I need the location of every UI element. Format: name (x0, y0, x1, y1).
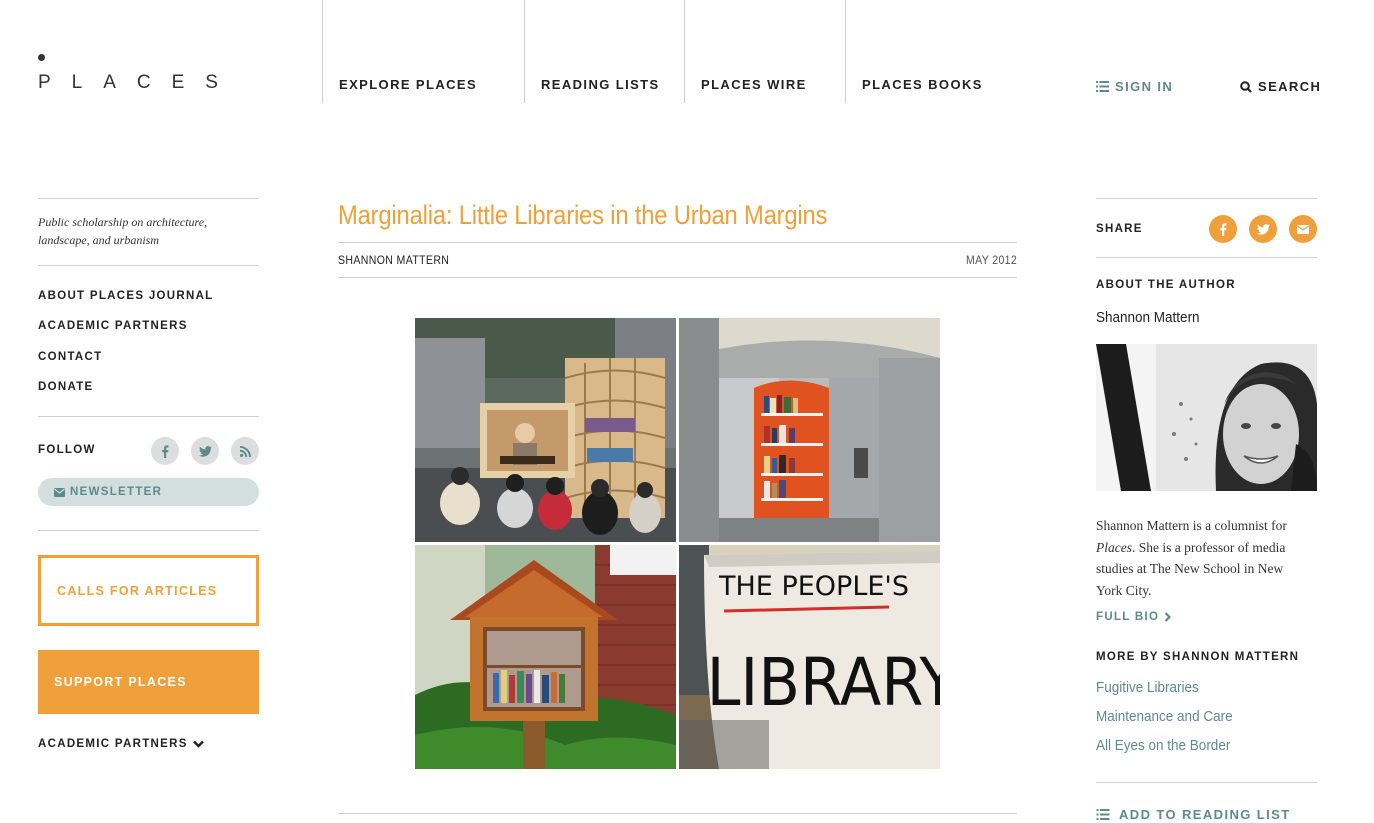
list-icon (1096, 81, 1109, 92)
divider (38, 416, 259, 417)
divider (338, 277, 1017, 278)
academic-partners-dropdown[interactable]: ACADEMIC PARTNERS (38, 738, 204, 750)
nav-label: READING LISTS (541, 77, 660, 92)
bio-publication: Places (1096, 539, 1132, 555)
nav-label: EXPLORE PLACES (339, 77, 478, 92)
more-by-link[interactable]: Fugitive Libraries (1096, 679, 1199, 696)
divider (38, 530, 259, 531)
sign-in-label: SIGN IN (1115, 79, 1174, 94)
calls-for-articles-button[interactable]: CALLS FOR ARTICLES (38, 555, 259, 626)
twitter-follow-button[interactable] (191, 437, 219, 465)
places-logo[interactable]: PLACES (38, 52, 218, 93)
share-email-button[interactable] (1289, 215, 1317, 243)
divider (1096, 257, 1317, 258)
outdoor-library-screening-photo (415, 318, 676, 542)
more-by-link[interactable]: All Eyes on the Border (1096, 737, 1230, 754)
full-bio-label: FULL BIO (1096, 611, 1160, 623)
follow-label: FOLLOW (38, 444, 96, 456)
article-author[interactable]: SHANNON MATTERN (338, 253, 449, 267)
more-by-link[interactable]: Maintenance and Care (1096, 708, 1233, 725)
calls-for-articles-label: CALLS FOR ARTICLES (57, 583, 218, 598)
facebook-icon (1220, 222, 1227, 236)
little-free-library-box-photo (415, 545, 676, 769)
phone-booth-library-photo (679, 318, 940, 542)
facebook-icon (162, 444, 169, 458)
article-date: MAY 2012 (965, 253, 1017, 267)
sign-text-line1: THE PEOPLE'S (718, 571, 909, 602)
support-places-label: SUPPORT PLACES (54, 675, 187, 689)
nav-places-wire[interactable]: PLACES WIRE (684, 0, 845, 103)
divider (338, 242, 1017, 243)
add-to-reading-list-label: ADD TO READING LIST (1119, 807, 1291, 822)
nav-label: PLACES WIRE (701, 77, 807, 92)
twitter-icon (1256, 223, 1270, 235)
facebook-follow-button[interactable] (151, 437, 179, 465)
share-twitter-button[interactable] (1249, 215, 1277, 243)
envelope-icon (1297, 224, 1309, 234)
author-name[interactable]: Shannon Mattern (1096, 309, 1200, 326)
sign-text-line2: LIBRARY (707, 644, 940, 721)
divider (1096, 782, 1317, 783)
nav-label: PLACES BOOKS (862, 77, 983, 92)
sign-in-link[interactable]: SIGN IN (1096, 79, 1173, 94)
author-portrait (1096, 344, 1317, 491)
share-facebook-button[interactable] (1209, 215, 1237, 243)
nav-explore-places[interactable]: EXPLORE PLACES (322, 0, 524, 103)
peoples-library-sign-photo: THE PEOPLE'S LIBRARY (679, 545, 940, 769)
share-label: SHARE (1096, 223, 1143, 235)
envelope-icon (54, 487, 65, 497)
full-bio-link[interactable]: FULL BIO (1096, 611, 1172, 623)
nav-places-books[interactable]: PLACES BOOKS (845, 0, 1045, 103)
nav-reading-lists[interactable]: READING LISTS (524, 0, 684, 103)
divider (38, 265, 259, 266)
search-label: SEARCH (1258, 79, 1322, 94)
logo-dot (38, 54, 45, 61)
site-tagline: Public scholarship on architecture, land… (38, 215, 208, 247)
about-author-label: ABOUT THE AUTHOR (1096, 279, 1236, 291)
search-link[interactable]: SEARCH (1240, 79, 1321, 94)
search-icon (1240, 80, 1252, 93)
rss-icon (239, 445, 251, 457)
contact-link[interactable]: CONTACT (38, 351, 102, 363)
chevron-right-icon (1164, 612, 1172, 622)
divider (38, 198, 259, 199)
newsletter-label: NEWSLETTER (70, 486, 163, 498)
twitter-icon (198, 445, 212, 457)
logo-text: PLACES (38, 72, 239, 93)
divider (1096, 198, 1317, 199)
bio-text: Shannon Mattern is a columnist for (1096, 518, 1287, 533)
about-places-journal-link[interactable]: ABOUT PLACES JOURNAL (38, 290, 214, 302)
support-places-button[interactable]: SUPPORT PLACES (38, 650, 259, 714)
article-title: Marginalia: Little Libraries in the Urba… (338, 200, 828, 230)
newsletter-button[interactable]: NEWSLETTER (38, 478, 259, 506)
list-icon (1096, 809, 1110, 820)
academic-partners-label: ACADEMIC PARTNERS (38, 738, 188, 750)
academic-partners-link[interactable]: ACADEMIC PARTNERS (38, 320, 188, 332)
add-to-reading-list-button[interactable]: ADD TO READING LIST (1096, 807, 1291, 822)
chevron-down-icon (192, 740, 204, 748)
more-by-label: MORE BY SHANNON MATTERN (1096, 651, 1300, 663)
author-bio: Shannon Mattern is a columnist for Place… (1096, 515, 1312, 601)
divider (338, 813, 1017, 814)
donate-link[interactable]: DONATE (38, 381, 94, 393)
rss-follow-button[interactable] (231, 437, 259, 465)
